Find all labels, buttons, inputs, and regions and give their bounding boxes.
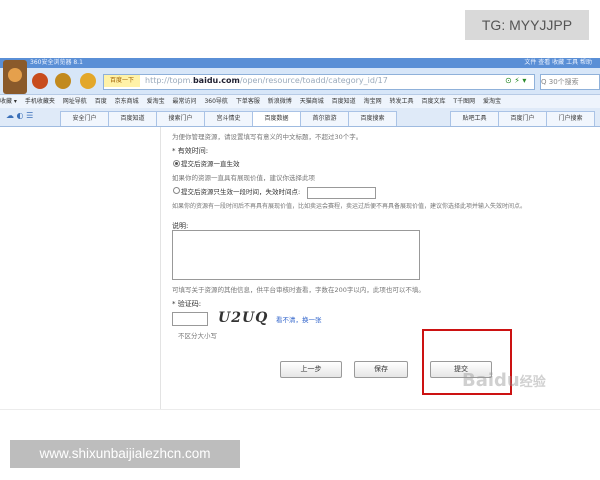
prev-step-button[interactable]: 上一步	[280, 361, 342, 378]
browser-title-bar: 360安全浏览器 8.1 文件 查看 收藏 工具 帮助	[0, 58, 600, 68]
reason-hint: 可填写关于资源的其他信息，供平台审核时查看，字数在200字以内，此项也可以不填。	[172, 286, 425, 294]
captcha-refresh-link[interactable]: 看不清，换一张	[276, 314, 322, 324]
favorite-item[interactable]: 京东商城	[115, 98, 139, 105]
deadline-input[interactable]	[307, 187, 376, 199]
favorite-item[interactable]: 天猫商城	[300, 98, 324, 105]
favorite-item[interactable]: 百度	[95, 98, 107, 105]
home-icon[interactable]	[80, 73, 96, 89]
radio-time-limited[interactable]	[173, 187, 180, 194]
favorite-item[interactable]: 转发工具	[390, 98, 414, 105]
tab[interactable]: 百度门户	[498, 111, 547, 126]
title-hint: 为便你管理资源，请设置填写有意义的中文标题，不超过30个字。	[172, 133, 363, 141]
forward-icon[interactable]	[55, 73, 71, 89]
tab[interactable]: 首尔旅游	[300, 111, 349, 126]
favorite-item[interactable]: 最常访问	[173, 98, 197, 105]
radio-always-valid[interactable]	[173, 160, 180, 167]
favorite-item[interactable]: 手机收藏夹	[25, 98, 55, 105]
search-input[interactable]: Q 30个搜索	[540, 74, 600, 90]
captcha-label: * 验证码:	[172, 300, 202, 308]
divider	[0, 409, 600, 410]
tab[interactable]: 贴吧工具	[450, 111, 499, 126]
favorite-item[interactable]: 百度文库	[421, 98, 445, 105]
favorite-item[interactable]: 收藏 ▾	[0, 98, 17, 105]
favorite-item[interactable]: 新浪微博	[268, 98, 292, 105]
option-time-hint: 如果你的资源有一段时间后不再具有展现价值，比如卖运会赛程，卖运过后便不再具备展现…	[172, 203, 527, 210]
favorite-item[interactable]: 360导航	[204, 98, 227, 105]
tab[interactable]: 门户搜索	[546, 111, 595, 126]
browser-menu[interactable]: 文件 查看 收藏 工具 帮助	[524, 58, 592, 68]
tab[interactable]: 安全门户	[60, 111, 109, 126]
site-watermark-badge: www.shixunbaijialezhcn.com	[10, 440, 240, 468]
favorite-item[interactable]: 网址导航	[63, 98, 87, 105]
tab[interactable]: 搜索门户	[156, 111, 205, 126]
back-icon[interactable]	[32, 73, 48, 89]
reason-textarea[interactable]	[172, 230, 420, 280]
tab[interactable]: 百度搜索	[348, 111, 397, 126]
tab-active[interactable]: 百度数据	[252, 111, 301, 126]
favorite-item[interactable]: 爱淘宝	[483, 98, 501, 105]
favorite-item[interactable]: 淘宝网	[364, 98, 382, 105]
favorite-item[interactable]: T千图网	[453, 98, 475, 105]
save-button[interactable]: 保存	[354, 361, 408, 378]
captcha-input[interactable]	[172, 312, 208, 326]
option-always-hint: 如果你的资源一直具有展现价值，建议你选择此项	[172, 174, 315, 182]
option-time-limited[interactable]: 提交后资源只生效一段时间，失效时间点:	[181, 186, 300, 196]
tab[interactable]: 宫斗情史	[204, 111, 253, 126]
url-text[interactable]: http://topm.baidu.com/open/resource/toad…	[145, 74, 388, 88]
favorites-bar: 收藏 ▾ 手机收藏夹 网址导航 百度 京东商城 爱淘宝 最常访问 360导航 下…	[0, 95, 600, 109]
browser-logo-icon	[3, 60, 27, 94]
validity-label: * 有效时间:	[172, 147, 209, 155]
baidu-jingyan-watermark: Baidu经验	[462, 370, 546, 391]
search-engine-selector[interactable]: 百度一下	[104, 75, 140, 87]
favorite-item[interactable]: 下单客服	[236, 98, 260, 105]
captcha-case-hint: 不区分大小写	[178, 332, 217, 340]
favorite-item[interactable]: 爱淘宝	[147, 98, 165, 105]
browser-title: 360安全浏览器 8.1	[30, 59, 83, 66]
tab-tools-icon[interactable]: ☁ ◐ ☰	[6, 111, 33, 120]
tab[interactable]: 百度知道	[108, 111, 157, 126]
divider	[160, 127, 161, 410]
favorite-item[interactable]: 百度知道	[332, 98, 356, 105]
captcha-image: U2UQ	[218, 310, 269, 326]
refresh-icon[interactable]: ⊙ ⚡ ▾	[505, 75, 526, 87]
watermark-badge: TG: MYYJJPP	[465, 10, 589, 40]
option-always-valid[interactable]: 提交后资源一直生效	[181, 158, 240, 168]
tab-bar: 安全门户 百度知道 搜索门户 宫斗情史 百度数据 首尔旅游 百度搜索 贴吧工具 …	[0, 108, 600, 127]
